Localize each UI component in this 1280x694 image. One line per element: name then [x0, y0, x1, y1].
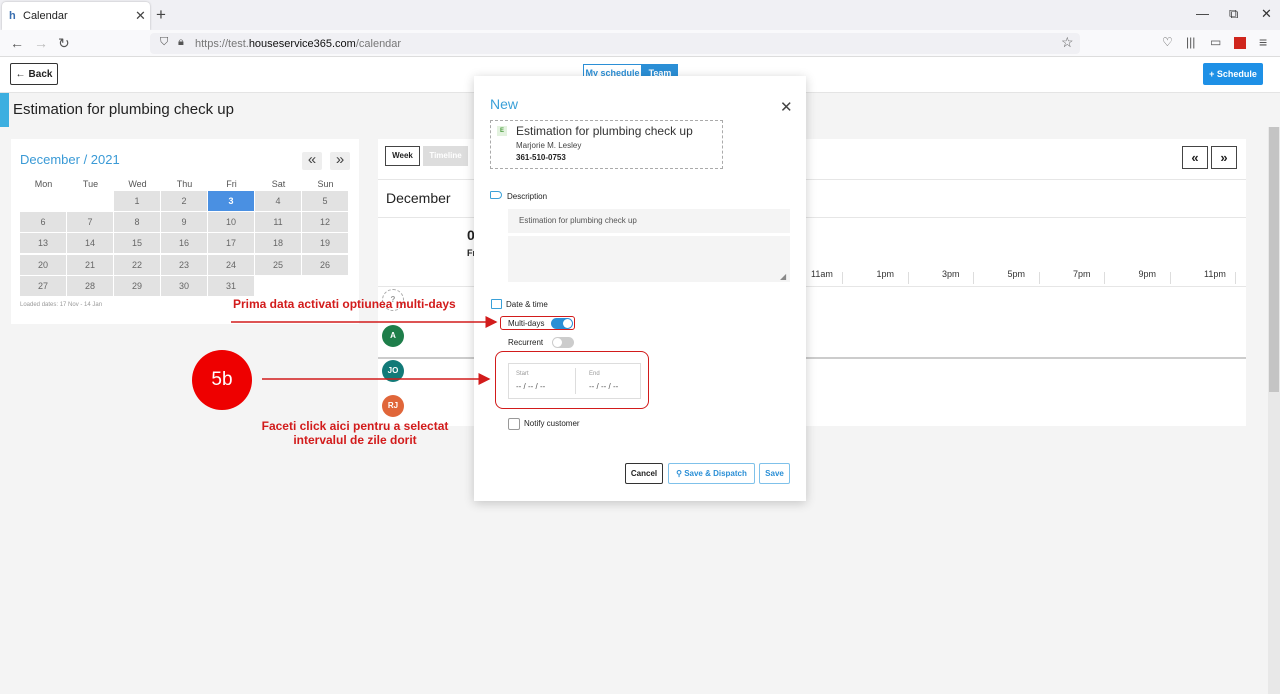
annotation-arrows: [231, 316, 498, 385]
